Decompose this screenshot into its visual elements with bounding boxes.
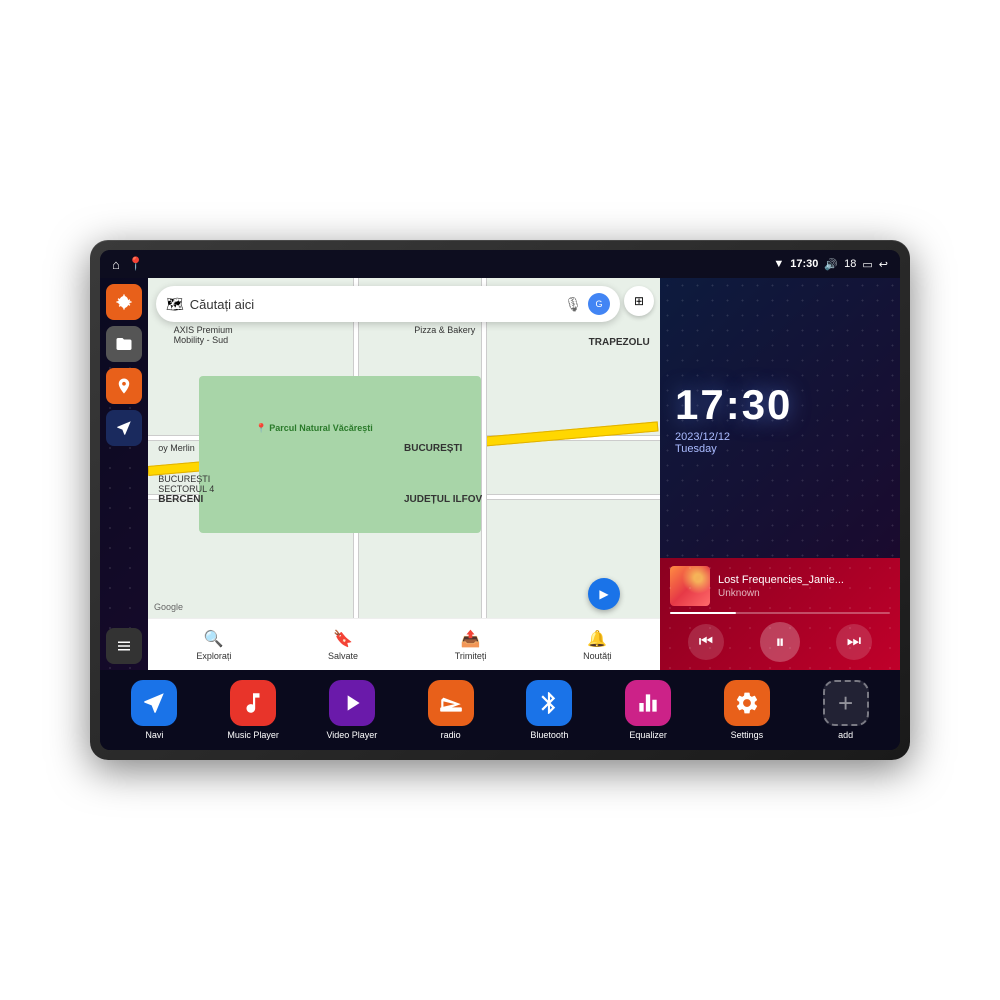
- video-player-icon: [329, 680, 375, 726]
- volume-icon: 🔊: [824, 258, 838, 271]
- news-icon: 🔔: [587, 629, 607, 649]
- music-title: Lost Frequencies_Janie...: [718, 574, 890, 586]
- status-bar-right: ▼ 17:30 🔊 18 ▭ ↩: [773, 258, 888, 271]
- sidebar-btn-nav[interactable]: [106, 410, 142, 446]
- map-label-bucuresti: BUCUREȘTI: [404, 443, 462, 454]
- album-art: [670, 566, 710, 606]
- music-player-icon: [230, 680, 276, 726]
- status-bar: ⌂ 📍 ▼ 17:30 🔊 18 ▭ ↩: [100, 250, 900, 278]
- sidebar-btn-grid[interactable]: [106, 628, 142, 664]
- day-value: Tuesday: [675, 443, 717, 455]
- back-icon[interactable]: ↩: [879, 258, 888, 271]
- app-video-player[interactable]: Video Player: [306, 680, 399, 740]
- app-radio[interactable]: radio: [404, 680, 497, 740]
- explore-label: Explorați: [196, 651, 231, 661]
- battery-level: 18: [844, 258, 856, 270]
- home-icon[interactable]: ⌂: [112, 257, 120, 272]
- app-navi[interactable]: Navi: [108, 680, 201, 740]
- profile-avatar[interactable]: G: [588, 293, 610, 315]
- map-label-sector4: BUCUREȘTISECTORUL 4: [158, 474, 214, 494]
- progress-bar[interactable]: [670, 612, 890, 614]
- map-label-merlin: oy Merlin: [158, 443, 195, 453]
- music-widget: Lost Frequencies_Janie... Unknown ⏮ ⏸ ⏭: [660, 558, 900, 670]
- settings-label: Settings: [731, 730, 764, 740]
- music-info: Lost Frequencies_Janie... Unknown: [670, 566, 890, 606]
- map-label-axis: AXIS PremiumMobility - Sud: [174, 325, 233, 345]
- map-bottom-nav: 🔍 Explorați 🔖 Salvate 📤 Trimiteți 🔔 Nout…: [148, 618, 660, 670]
- explore-icon: 🔍: [204, 629, 224, 649]
- time-display: 17:30: [790, 258, 818, 270]
- app-add[interactable]: + add: [799, 680, 892, 740]
- date-value: 2023/12/12: [675, 431, 730, 443]
- sidebar: [100, 278, 148, 670]
- saved-label: Salvate: [328, 651, 358, 661]
- mic-icon[interactable]: 🎙: [564, 296, 582, 313]
- equalizer-icon-bg: [625, 680, 671, 726]
- wifi-icon: ▼: [773, 258, 784, 270]
- clock-widget: 17:30 2023/12/12 Tuesday: [660, 278, 900, 558]
- main-content: 📍 Parcul Natural Văcărești AXIS PremiumM…: [100, 278, 900, 670]
- location-pin[interactable]: [588, 578, 620, 610]
- clock-time: 17:30: [675, 381, 885, 429]
- map-label-trapezolu: TRAPEZOLU: [589, 337, 650, 348]
- app-grid-area: Navi Music Player Video Player: [100, 670, 900, 750]
- pause-button[interactable]: ⏸: [760, 622, 800, 662]
- share-label: Trimiteți: [455, 651, 487, 661]
- music-text: Lost Frequencies_Janie... Unknown: [718, 574, 890, 599]
- video-player-label: Video Player: [326, 730, 377, 740]
- app-equalizer[interactable]: Equalizer: [602, 680, 695, 740]
- nav-share[interactable]: 📤 Trimiteți: [455, 629, 487, 661]
- sidebar-btn-settings[interactable]: [106, 284, 142, 320]
- equalizer-label: Equalizer: [629, 730, 667, 740]
- app-bluetooth[interactable]: Bluetooth: [503, 680, 596, 740]
- add-label: add: [838, 730, 853, 740]
- music-controls: ⏮ ⏸ ⏭: [670, 622, 890, 662]
- map-search-bar[interactable]: 🗺 Căutați aici 🎙 G: [156, 286, 620, 322]
- sidebar-btn-files[interactable]: [106, 326, 142, 362]
- radio-icon-bg: [428, 680, 474, 726]
- news-label: Noutăți: [583, 651, 612, 661]
- next-button[interactable]: ⏭: [836, 624, 872, 660]
- app-grid: Navi Music Player Video Player: [108, 680, 892, 740]
- google-maps-icon: 🗺: [166, 296, 184, 313]
- map-background: 📍 Parcul Natural Văcărești AXIS PremiumM…: [148, 278, 660, 670]
- map-label-ilfov: JUDEȚUL ILFOV: [404, 494, 482, 505]
- map-park: 📍 Parcul Natural Văcărești: [199, 376, 481, 533]
- google-logo: Google: [154, 602, 183, 612]
- car-head-unit: ⌂ 📍 ▼ 17:30 🔊 18 ▭ ↩: [90, 240, 910, 760]
- music-artist: Unknown: [718, 588, 890, 599]
- share-icon: 📤: [461, 629, 481, 649]
- status-bar-left: ⌂ 📍: [112, 256, 144, 272]
- saved-icon: 🔖: [333, 629, 353, 649]
- screen: ⌂ 📍 ▼ 17:30 🔊 18 ▭ ↩: [100, 250, 900, 750]
- battery-icon: ▭: [862, 258, 872, 271]
- navi-icon: [131, 680, 177, 726]
- map-layers-btn[interactable]: ⊞: [624, 286, 654, 316]
- sidebar-btn-map[interactable]: [106, 368, 142, 404]
- music-player-label: Music Player: [227, 730, 279, 740]
- location-icon[interactable]: 📍: [128, 256, 144, 272]
- settings-icon-bg: [724, 680, 770, 726]
- nav-news[interactable]: 🔔 Noutăți: [583, 629, 612, 661]
- map-label-berceni: BERCENI: [158, 494, 203, 505]
- road-v2: [481, 278, 487, 670]
- bluetooth-label: Bluetooth: [530, 730, 568, 740]
- nav-saved[interactable]: 🔖 Salvate: [328, 629, 358, 661]
- prev-button[interactable]: ⏮: [688, 624, 724, 660]
- map-label-pizza: Pizza & Bakery: [414, 325, 475, 335]
- app-music-player[interactable]: Music Player: [207, 680, 300, 740]
- map-area[interactable]: 📍 Parcul Natural Văcărești AXIS PremiumM…: [148, 278, 660, 670]
- radio-label: radio: [441, 730, 461, 740]
- park-label: 📍 Parcul Natural Văcărești: [256, 423, 373, 434]
- album-art-image: [670, 566, 710, 606]
- right-panel: 17:30 2023/12/12 Tuesday Lost Frequencie…: [660, 278, 900, 670]
- search-text[interactable]: Căutați aici: [190, 297, 558, 312]
- app-settings[interactable]: Settings: [701, 680, 794, 740]
- add-icon-bg: +: [823, 680, 869, 726]
- navi-label: Navi: [145, 730, 163, 740]
- nav-explore[interactable]: 🔍 Explorați: [196, 629, 231, 661]
- progress-fill: [670, 612, 736, 614]
- bluetooth-icon-bg: [526, 680, 572, 726]
- clock-date: 2023/12/12 Tuesday: [675, 431, 885, 455]
